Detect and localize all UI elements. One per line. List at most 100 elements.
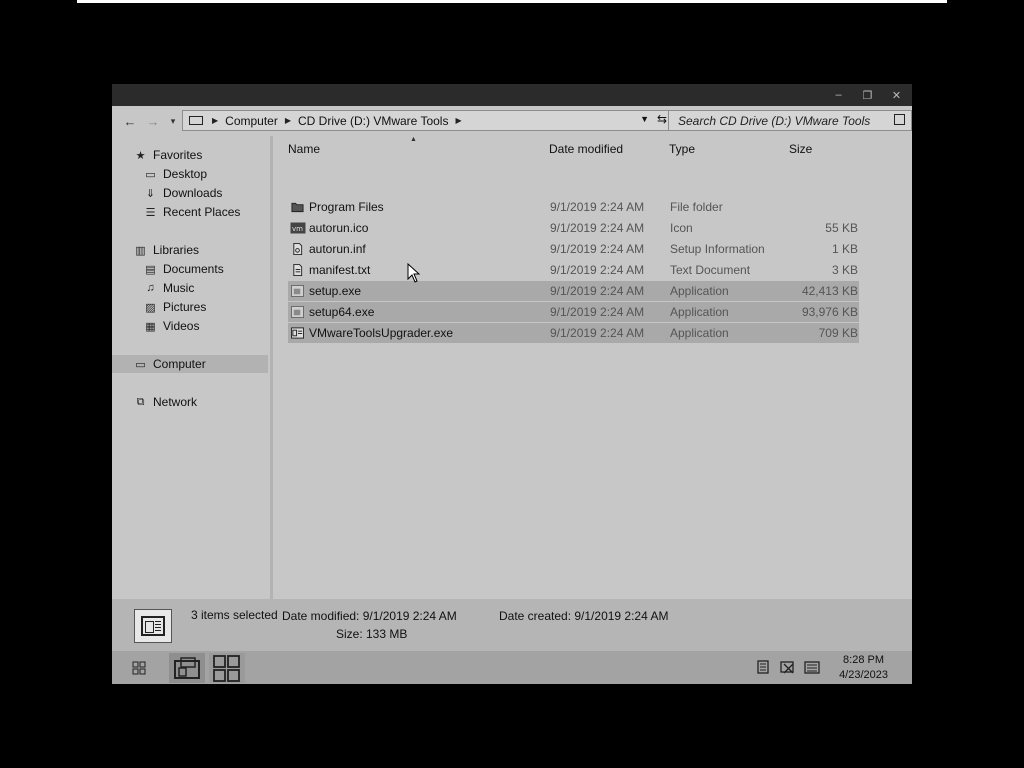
address-bar[interactable]: ▶ Computer ▶ CD Drive (D:) VMware Tools … xyxy=(182,110,672,131)
sidebar-item-label: Downloads xyxy=(163,186,223,200)
sidebar-item-favorites[interactable]: ★ Favorites xyxy=(112,146,268,164)
downloads-icon: ⇓ xyxy=(145,187,156,200)
sort-ascending-icon: ▲ xyxy=(410,136,417,143)
file-date-modified: 9/1/2019 2:24 AM xyxy=(550,263,645,277)
file-date-modified: 9/1/2019 2:24 AM xyxy=(550,284,645,298)
pictures-icon: ▨ xyxy=(145,301,156,314)
address-dropdown-icon[interactable]: ▼ xyxy=(640,114,649,124)
sidebar-item-label: Libraries xyxy=(153,243,200,257)
clock-time: 8:28 PM xyxy=(843,654,885,666)
sidebar-item-label: Documents xyxy=(163,262,224,276)
sidebar-item-recent-places[interactable]: ☰ Recent Places xyxy=(112,203,268,221)
file-date-modified: 9/1/2019 2:24 AM xyxy=(550,305,645,319)
file-size: 93,976 KB xyxy=(801,305,858,319)
clock-date: 4/23/2023 xyxy=(839,669,888,681)
start-grid-icon xyxy=(132,661,146,675)
sidebar-item-label: Videos xyxy=(163,319,200,333)
file-row[interactable]: VMwareToolsUpgrader.exe 9/1/2019 2:24 AM A… xyxy=(288,323,859,343)
file-type: Application xyxy=(670,305,729,319)
navigation-pane: ★ Favorites ▭ Desktop ⇓ Downloads ☰ Rece… xyxy=(112,136,270,599)
search-box[interactable] xyxy=(668,110,912,131)
column-header-type[interactable]: Type xyxy=(669,142,695,156)
taskbar: 8:28 PM 4/23/2023 xyxy=(112,651,912,684)
close-button[interactable]: ✕ xyxy=(882,84,911,106)
sidebar-item-desktop[interactable]: ▭ Desktop xyxy=(112,165,268,183)
file-size: 55 KB xyxy=(825,221,858,235)
file-date-modified: 9/1/2019 2:24 AM xyxy=(550,200,645,214)
refresh-icon[interactable]: ⇆ xyxy=(657,112,667,126)
file-name: VMwareToolsUpgrader.exe xyxy=(309,326,454,340)
sidebar-item-music[interactable]: ♫ Music xyxy=(112,279,268,297)
sidebar-item-label: Music xyxy=(163,281,195,295)
explorer-window: – ❐ ✕ ← → ▾ ▶ Computer ▶ CD Drive (D:) V… xyxy=(112,84,912,684)
back-button[interactable]: ← xyxy=(121,112,139,130)
sidebar-item-libraries[interactable]: ▥ Libraries xyxy=(112,241,268,259)
taskbar-app-button[interactable] xyxy=(209,653,245,683)
start-button[interactable] xyxy=(130,653,148,683)
sidebar-item-documents[interactable]: ▤ Documents xyxy=(112,260,268,278)
file-row[interactable]: manifest.txt 9/1/2019 2:24 AM Text Documen… xyxy=(288,260,859,280)
file-name: autorun.inf xyxy=(309,242,366,256)
network-icon: ⧉ xyxy=(136,395,145,408)
sidebar-item-label: Computer xyxy=(153,357,206,371)
file-size: 3 KB xyxy=(831,263,858,277)
file-type: Text Document xyxy=(670,263,751,277)
svg-text:vm: vm xyxy=(292,225,303,233)
keyboard-icon[interactable] xyxy=(804,660,820,674)
minimize-button[interactable]: – xyxy=(824,84,853,106)
file-date-modified: 9/1/2019 2:24 AM xyxy=(550,326,645,340)
sidebar-item-pictures[interactable]: ▨ Pictures xyxy=(112,298,268,316)
libraries-icon: ▥ xyxy=(135,244,146,257)
documents-icon: ▤ xyxy=(145,263,156,276)
network-disconnected-icon[interactable] xyxy=(780,660,796,674)
back-arrow-icon: ← xyxy=(123,113,137,129)
selection-count: 3 items selected xyxy=(191,608,278,622)
mouse-cursor-icon xyxy=(407,263,421,283)
star-icon: ★ xyxy=(135,149,146,162)
sidebar-item-label: Desktop xyxy=(163,167,208,181)
column-header-name[interactable]: Name xyxy=(288,142,320,156)
file-row[interactable]: setup64.exe 9/1/2019 2:24 AM Application 93… xyxy=(288,302,859,322)
forward-button[interactable]: → xyxy=(144,112,162,130)
breadcrumb-computer[interactable]: Computer xyxy=(225,114,278,128)
notification-flag-icon[interactable] xyxy=(756,660,772,674)
file-name: setup64.exe xyxy=(309,305,375,319)
file-name: setup.exe xyxy=(309,284,362,298)
file-size: 1 KB xyxy=(831,242,858,256)
screen-top-border xyxy=(77,0,947,3)
sidebar-item-videos[interactable]: ▦ Videos xyxy=(112,317,268,335)
file-row[interactable]: vm autorun.ico 9/1/2019 2:24 AM Icon 55 KB xyxy=(288,218,859,238)
date-modified-detail: Date modified: 9/1/2019 2:24 AM xyxy=(282,609,457,623)
column-header-date-modified[interactable]: Date modified xyxy=(549,142,623,156)
file-type: File folder xyxy=(670,200,723,214)
file-type: Icon xyxy=(670,221,693,235)
recent-locations-button[interactable]: ▾ xyxy=(164,112,182,130)
file-date-modified: 9/1/2019 2:24 AM xyxy=(550,221,645,235)
file-row[interactable]: Program Files 9/1/2019 2:24 AM File folder xyxy=(288,197,859,217)
videos-icon: ▦ xyxy=(145,320,156,333)
restore-button[interactable]: ❐ xyxy=(853,84,882,106)
system-clock[interactable]: 8:28 PM 4/23/2023 xyxy=(839,653,888,683)
column-header-size[interactable]: Size xyxy=(789,142,812,156)
date-created-detail: Date created: 9/1/2019 2:24 AM xyxy=(499,609,669,623)
breadcrumb-cd-drive[interactable]: CD Drive (D:) VMware Tools xyxy=(298,114,448,128)
sidebar-item-label: Recent Places xyxy=(163,205,241,219)
sidebar-item-network[interactable]: ⧉ Network xyxy=(112,393,268,411)
file-size: 42,413 KB xyxy=(801,284,858,298)
sidebar-item-label: Favorites xyxy=(153,148,203,162)
breadcrumb-separator-icon: ▶ xyxy=(284,116,291,125)
search-icon[interactable] xyxy=(894,114,905,125)
file-list: ▲ Name Date modified Type Size Program F… xyxy=(273,136,912,599)
file-type: Application xyxy=(670,284,729,298)
file-name: autorun.ico xyxy=(309,221,369,235)
sidebar-item-computer[interactable]: ▭ Computer xyxy=(112,355,268,373)
file-size: 709 KB xyxy=(818,326,858,340)
file-row[interactable]: autorun.inf 9/1/2019 2:24 AM Setup Informa… xyxy=(288,239,859,259)
search-input[interactable] xyxy=(669,111,888,130)
file-row[interactable]: setup.exe 9/1/2019 2:24 AM Application 42,4… xyxy=(288,281,859,301)
taskbar-explorer-button[interactable] xyxy=(169,653,205,683)
file-name: manifest.txt xyxy=(309,263,371,277)
file-type: Setup Information xyxy=(670,242,765,256)
breadcrumb-separator-icon: ▶ xyxy=(212,116,219,125)
sidebar-item-downloads[interactable]: ⇓ Downloads xyxy=(112,184,268,202)
